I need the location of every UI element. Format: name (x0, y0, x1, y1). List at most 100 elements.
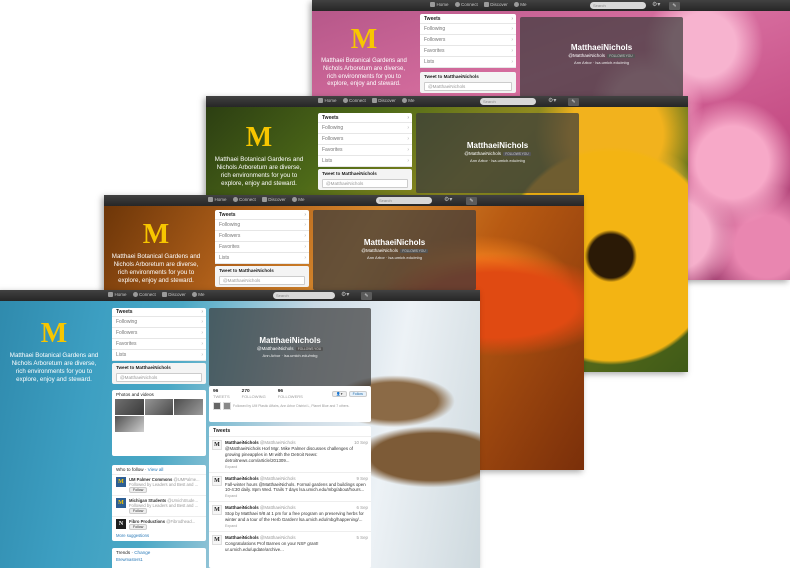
suggestion-row: N Fibro Productions @Fibrodhead... Follo… (112, 516, 206, 532)
nav-me[interactable]: Me (191, 292, 205, 297)
follower-avatar[interactable] (223, 402, 231, 410)
nav-discover[interactable]: Discover (161, 292, 186, 297)
nav-home[interactable]: Home (208, 197, 227, 202)
photo-thumbnail[interactable] (144, 399, 174, 415)
gear-icon[interactable]: ⚙▾ (652, 2, 662, 9)
profile-url[interactable]: lsa.umich.edu/mbg (595, 60, 629, 65)
photo-thumbnail[interactable] (115, 416, 144, 432)
menu-followers[interactable]: Followers (318, 134, 412, 145)
search-input[interactable]: Search (480, 98, 536, 105)
nav-connect[interactable]: Connect (132, 292, 156, 297)
follow-button[interactable]: Follow (129, 487, 148, 493)
nav-home[interactable]: Home (108, 292, 127, 297)
nav-discover[interactable]: Discover (261, 197, 286, 202)
tweet-date[interactable]: 5 Sep (357, 535, 368, 541)
tweet-avatar[interactable]: M (212, 534, 222, 545)
menu-tweets[interactable]: Tweets (318, 113, 412, 123)
stat-following[interactable]: 270 FOLLOWING (242, 389, 266, 399)
suggestion-avatar[interactable]: M (116, 477, 126, 487)
tweet-item[interactable]: M MatthaeiNichols @MatthaeiNichols 10 Sep… (209, 436, 371, 472)
profile-url[interactable]: lsa.umich.edu/mbg (388, 255, 422, 260)
nav-connect[interactable]: Connect (342, 98, 366, 103)
compose-icon[interactable]: ✎ (466, 196, 477, 205)
menu-followers[interactable]: Followers (215, 231, 309, 242)
nav-home[interactable]: Home (430, 2, 449, 7)
search-input[interactable]: Search (376, 197, 432, 204)
profile-url[interactable]: lsa.umich.edu/mbg (491, 158, 525, 163)
nav-connect[interactable]: Connect (232, 197, 256, 202)
profile-name: MatthaeiNichols (466, 141, 529, 150)
suggestion-avatar[interactable]: M (116, 498, 126, 508)
menu-favorites[interactable]: Favorites (420, 46, 516, 57)
menu-lists[interactable]: Lists (420, 57, 516, 68)
nav-home[interactable]: Home (318, 98, 337, 103)
profile-intro: M Matthaei Botanical Gardens and Nichols… (318, 26, 410, 89)
nav-me[interactable]: Me (513, 2, 527, 7)
tweet-item[interactable]: M MatthaeiNichols @MatthaeiNichols 6 Sep … (209, 501, 371, 531)
tweet-avatar[interactable]: M (212, 475, 222, 486)
tweet-user[interactable]: MatthaeiNichols (225, 440, 259, 445)
photo-thumbnail[interactable] (115, 399, 144, 415)
menu-favorites[interactable]: Favorites (318, 145, 412, 156)
expand-link[interactable]: Expand (225, 524, 368, 529)
follow-main-button[interactable]: Follow (348, 391, 367, 397)
menu-lists[interactable]: Lists (215, 253, 309, 264)
menu-favorites[interactable]: Favorites (112, 339, 206, 350)
menu-following[interactable]: Following (215, 220, 309, 231)
menu-favorites[interactable]: Favorites (215, 242, 309, 253)
view-all-link[interactable]: View all (148, 467, 164, 472)
tweet-item[interactable]: M MatthaeiNichols @MatthaeiNichols 9 Sep … (209, 471, 371, 502)
tweet-to-input[interactable]: @MatthaeiNichols (219, 276, 305, 285)
tweet-user[interactable]: MatthaeiNichols (225, 476, 259, 481)
tweet-date[interactable]: 9 Sep (357, 476, 368, 482)
menu-followers[interactable]: Followers (420, 35, 516, 46)
stat-followers[interactable]: 96 FOLLOWERS (278, 389, 303, 399)
nav-me[interactable]: Me (291, 197, 305, 202)
nav-discover[interactable]: Discover (483, 2, 508, 7)
follow-button[interactable]: Follow (129, 508, 148, 514)
tweet-to-input[interactable]: @MatthaeiNichols (424, 82, 512, 91)
tweet-date[interactable]: 10 Sep (354, 440, 368, 446)
tweet-to-input[interactable]: @MatthaeiNichols (116, 373, 202, 382)
gear-icon[interactable]: ⚙▾ (548, 98, 558, 105)
photos-title: Photos and videos (116, 392, 154, 397)
tweet-user[interactable]: MatthaeiNichols (225, 505, 259, 510)
menu-lists[interactable]: Lists (318, 156, 412, 167)
menu-following[interactable]: Following (318, 123, 412, 134)
search-input[interactable]: Search (273, 292, 335, 299)
change-trends-link[interactable]: Change (134, 550, 150, 555)
menu-tweets[interactable]: Tweets (112, 308, 206, 317)
menu-following[interactable]: Following (420, 24, 516, 35)
user-actions-button[interactable]: 👤▾ (332, 391, 347, 397)
tweet-avatar[interactable]: M (212, 505, 222, 516)
compose-icon[interactable]: ✎ (568, 97, 579, 106)
compose-icon[interactable]: ✎ (669, 1, 680, 10)
profile-card: MatthaeiNichols @MatthaeiNichols FOLLOWS… (520, 17, 683, 97)
photo-thumbnail[interactable] (174, 399, 203, 415)
tweet-avatar[interactable]: M (212, 440, 222, 450)
menu-following[interactable]: Following (112, 317, 206, 328)
tweet-user[interactable]: MatthaeiNichols (225, 535, 259, 540)
tweet-item[interactable]: M MatthaeiNichols @MatthaeiNichols 5 Sep … (209, 530, 371, 555)
menu-tweets[interactable]: Tweets (420, 14, 516, 24)
follow-button[interactable]: Follow (129, 524, 148, 530)
stat-tweets[interactable]: 96 TWEETS (213, 389, 230, 399)
tweet-to-input[interactable]: @MatthaeiNichols (322, 179, 408, 188)
search-input[interactable]: Search (590, 2, 646, 9)
follower-avatar[interactable] (213, 402, 221, 410)
menu-lists[interactable]: Lists (112, 350, 206, 361)
nav-me[interactable]: Me (401, 98, 415, 103)
nav-discover[interactable]: Discover (371, 98, 396, 103)
profile-url[interactable]: lsa.umich.edu/mbg (284, 353, 318, 358)
gear-icon[interactable]: ⚙▾ (444, 197, 454, 204)
expand-link[interactable]: Expand (225, 494, 368, 499)
menu-followers[interactable]: Followers (112, 328, 206, 339)
nav-connect[interactable]: Connect (454, 2, 478, 7)
expand-link[interactable]: Expand (225, 465, 368, 470)
menu-tweets[interactable]: Tweets (215, 210, 309, 220)
more-suggestions-link[interactable]: More suggestions (112, 532, 206, 539)
trend-item[interactable]: Brewmasters1 (112, 557, 206, 562)
gear-icon[interactable]: ⚙▾ (341, 292, 351, 299)
compose-icon[interactable]: ✎ (361, 291, 372, 300)
suggestion-avatar[interactable]: N (116, 519, 126, 529)
